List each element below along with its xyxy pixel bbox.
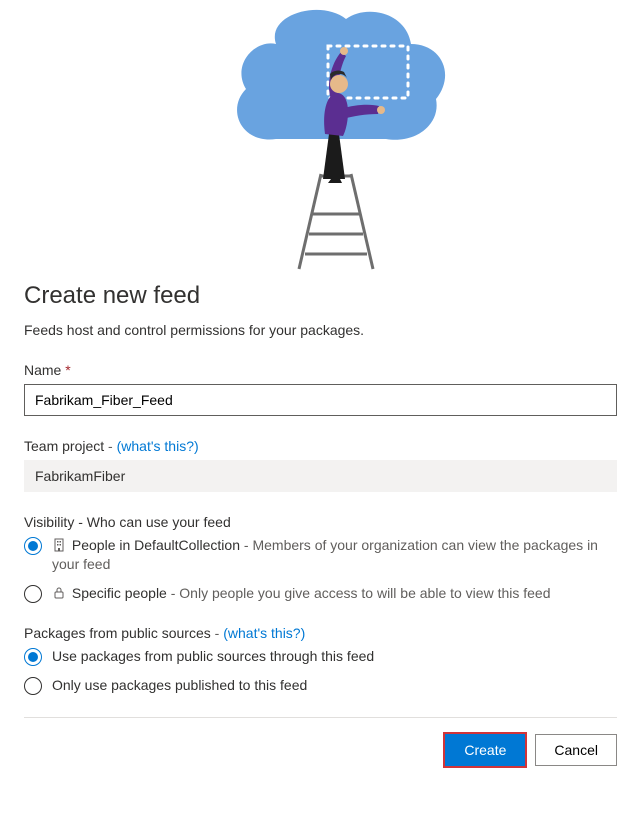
visibility-option-org-title: People in DefaultCollection bbox=[72, 537, 240, 553]
packages-option-only[interactable]: Only use packages published to this feed bbox=[24, 676, 617, 695]
cancel-button[interactable]: Cancel bbox=[535, 734, 617, 766]
packages-label: Packages from public sources - (what's t… bbox=[24, 625, 617, 641]
packages-section: Packages from public sources - (what's t… bbox=[24, 625, 617, 695]
packages-option-public[interactable]: Use packages from public sources through… bbox=[24, 647, 617, 666]
team-project-help-link[interactable]: (what's this?) bbox=[117, 438, 199, 454]
page-title: Create new feed bbox=[24, 282, 617, 310]
page-subtitle: Feeds host and control permissions for y… bbox=[24, 322, 617, 338]
button-row: Create Cancel bbox=[24, 734, 617, 766]
radio-icon bbox=[24, 677, 42, 695]
team-project-input bbox=[24, 460, 617, 492]
organization-icon bbox=[52, 538, 66, 552]
visibility-label: Visibility - Who can use your feed bbox=[24, 514, 617, 530]
name-label-text: Name bbox=[24, 362, 61, 378]
name-label: Name * bbox=[24, 362, 617, 378]
packages-option-public-label: Use packages from public sources through… bbox=[52, 647, 617, 666]
team-project-section: Team project - (what's this?) bbox=[24, 438, 617, 492]
visibility-option-specific-desc: Only people you give access to will be a… bbox=[179, 585, 550, 601]
create-button[interactable]: Create bbox=[445, 734, 525, 766]
packages-option-only-label: Only use packages published to this feed bbox=[52, 676, 617, 695]
packages-help-link[interactable]: (what's this?) bbox=[223, 625, 305, 641]
lock-icon bbox=[52, 586, 66, 600]
divider bbox=[24, 717, 617, 718]
visibility-option-specific-title: Specific people bbox=[72, 585, 167, 601]
team-project-label: Team project - (what's this?) bbox=[24, 438, 617, 454]
name-field-section: Name * bbox=[24, 362, 617, 416]
team-project-label-text: Team project bbox=[24, 438, 104, 454]
radio-icon bbox=[24, 648, 42, 666]
packages-label-text: Packages from public sources bbox=[24, 625, 211, 641]
visibility-option-specific[interactable]: Specific people - Only people you give a… bbox=[24, 584, 617, 603]
hero-illustration bbox=[24, 0, 617, 274]
visibility-option-org[interactable]: People in DefaultCollection - Members of… bbox=[24, 536, 617, 574]
name-input[interactable] bbox=[24, 384, 617, 416]
radio-icon bbox=[24, 537, 42, 555]
required-asterisk: * bbox=[65, 362, 70, 378]
radio-icon bbox=[24, 585, 42, 603]
visibility-section: Visibility - Who can use your feed Peopl… bbox=[24, 514, 617, 603]
